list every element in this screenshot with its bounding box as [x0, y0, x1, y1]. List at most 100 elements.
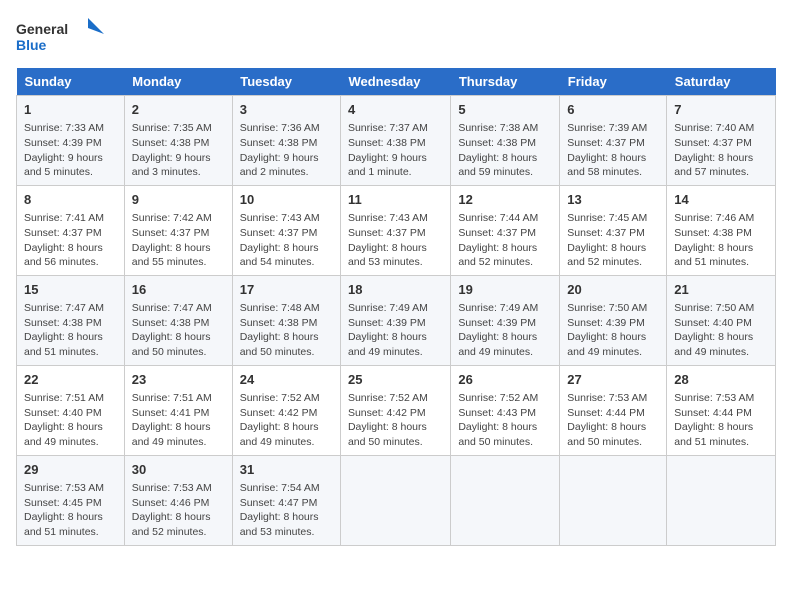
day-cell: 16 Sunrise: 7:47 AM Sunset: 4:38 PM Dayli…	[124, 275, 232, 365]
day-cell	[560, 455, 667, 545]
day-cell: 10 Sunrise: 7:43 AM Sunset: 4:37 PM Dayli…	[232, 185, 340, 275]
day-number: 6	[567, 101, 659, 119]
day-cell: 14 Sunrise: 7:46 AM Sunset: 4:38 PM Dayli…	[667, 185, 776, 275]
day-info: Sunrise: 7:38 AM Sunset: 4:38 PM Dayligh…	[458, 121, 552, 180]
day-info: Sunrise: 7:50 AM Sunset: 4:39 PM Dayligh…	[567, 301, 659, 360]
day-info: Sunrise: 7:53 AM Sunset: 4:46 PM Dayligh…	[132, 481, 225, 540]
day-cell: 30 Sunrise: 7:53 AM Sunset: 4:46 PM Dayli…	[124, 455, 232, 545]
day-cell: 22 Sunrise: 7:51 AM Sunset: 4:40 PM Dayli…	[17, 365, 125, 455]
day-info: Sunrise: 7:43 AM Sunset: 4:37 PM Dayligh…	[240, 211, 333, 270]
day-info: Sunrise: 7:47 AM Sunset: 4:38 PM Dayligh…	[132, 301, 225, 360]
day-number: 25	[348, 371, 443, 389]
day-number: 23	[132, 371, 225, 389]
day-info: Sunrise: 7:37 AM Sunset: 4:38 PM Dayligh…	[348, 121, 443, 180]
calendar-table: SundayMondayTuesdayWednesdayThursdayFrid…	[16, 68, 776, 546]
col-header-thursday: Thursday	[451, 68, 560, 96]
day-cell: 19 Sunrise: 7:49 AM Sunset: 4:39 PM Dayli…	[451, 275, 560, 365]
day-number: 3	[240, 101, 333, 119]
day-cell	[340, 455, 450, 545]
day-cell: 25Sunrise: 7:52 AM Sunset: 4:42 PM Dayli…	[340, 365, 450, 455]
day-number: 21	[674, 281, 768, 299]
col-header-wednesday: Wednesday	[340, 68, 450, 96]
week-row-2: 8Sunrise: 7:41 AM Sunset: 4:37 PM Daylig…	[17, 185, 776, 275]
day-number: 13	[567, 191, 659, 209]
day-info: Sunrise: 7:45 AM Sunset: 4:37 PM Dayligh…	[567, 211, 659, 270]
day-number: 14	[674, 191, 768, 209]
day-number: 30	[132, 461, 225, 479]
day-cell: 29Sunrise: 7:53 AM Sunset: 4:45 PM Dayli…	[17, 455, 125, 545]
day-number: 28	[674, 371, 768, 389]
col-header-friday: Friday	[560, 68, 667, 96]
day-cell: 17 Sunrise: 7:48 AM Sunset: 4:38 PM Dayli…	[232, 275, 340, 365]
day-number: 26	[458, 371, 552, 389]
day-cell: 21 Sunrise: 7:50 AM Sunset: 4:40 PM Dayli…	[667, 275, 776, 365]
logo: GeneralBlue	[16, 16, 106, 56]
day-number: 17	[240, 281, 333, 299]
week-row-5: 29Sunrise: 7:53 AM Sunset: 4:45 PM Dayli…	[17, 455, 776, 545]
day-cell: 4 Sunrise: 7:37 AM Sunset: 4:38 PM Daylig…	[340, 96, 450, 186]
day-info: Sunrise: 7:50 AM Sunset: 4:40 PM Dayligh…	[674, 301, 768, 360]
day-info: Sunrise: 7:49 AM Sunset: 4:39 PM Dayligh…	[458, 301, 552, 360]
day-number: 9	[132, 191, 225, 209]
week-row-4: 22 Sunrise: 7:51 AM Sunset: 4:40 PM Dayli…	[17, 365, 776, 455]
col-header-saturday: Saturday	[667, 68, 776, 96]
day-cell: 27Sunrise: 7:53 AM Sunset: 4:44 PM Dayli…	[560, 365, 667, 455]
day-cell: 7 Sunrise: 7:40 AM Sunset: 4:37 PM Daylig…	[667, 96, 776, 186]
day-number: 5	[458, 101, 552, 119]
day-info: Sunrise: 7:46 AM Sunset: 4:38 PM Dayligh…	[674, 211, 768, 270]
header-row: SundayMondayTuesdayWednesdayThursdayFrid…	[17, 68, 776, 96]
day-number: 1	[24, 101, 117, 119]
day-number: 19	[458, 281, 552, 299]
day-number: 31	[240, 461, 333, 479]
week-row-3: 15 Sunrise: 7:47 AM Sunset: 4:38 PM Dayli…	[17, 275, 776, 365]
day-number: 29	[24, 461, 117, 479]
day-cell	[451, 455, 560, 545]
col-header-monday: Monday	[124, 68, 232, 96]
day-info: Sunrise: 7:52 AM Sunset: 4:42 PM Dayligh…	[240, 391, 333, 450]
day-number: 18	[348, 281, 443, 299]
day-cell: 9 Sunrise: 7:42 AM Sunset: 4:37 PM Daylig…	[124, 185, 232, 275]
day-number: 10	[240, 191, 333, 209]
day-cell: 31Sunrise: 7:54 AM Sunset: 4:47 PM Dayli…	[232, 455, 340, 545]
day-number: 7	[674, 101, 768, 119]
day-cell	[667, 455, 776, 545]
day-info: Sunrise: 7:47 AM Sunset: 4:38 PM Dayligh…	[24, 301, 117, 360]
day-cell: 1Sunrise: 7:33 AM Sunset: 4:39 PM Daylig…	[17, 96, 125, 186]
day-number: 8	[24, 191, 117, 209]
col-header-sunday: Sunday	[17, 68, 125, 96]
day-info: Sunrise: 7:42 AM Sunset: 4:37 PM Dayligh…	[132, 211, 225, 270]
day-number: 2	[132, 101, 225, 119]
day-cell: 8Sunrise: 7:41 AM Sunset: 4:37 PM Daylig…	[17, 185, 125, 275]
col-header-tuesday: Tuesday	[232, 68, 340, 96]
day-cell: 20 Sunrise: 7:50 AM Sunset: 4:39 PM Dayli…	[560, 275, 667, 365]
day-info: Sunrise: 7:35 AM Sunset: 4:38 PM Dayligh…	[132, 121, 225, 180]
svg-text:Blue: Blue	[16, 37, 47, 53]
day-number: 20	[567, 281, 659, 299]
day-number: 22	[24, 371, 117, 389]
day-info: Sunrise: 7:51 AM Sunset: 4:40 PM Dayligh…	[24, 391, 117, 450]
day-cell: 26Sunrise: 7:52 AM Sunset: 4:43 PM Dayli…	[451, 365, 560, 455]
day-number: 12	[458, 191, 552, 209]
day-info: Sunrise: 7:48 AM Sunset: 4:38 PM Dayligh…	[240, 301, 333, 360]
header: GeneralBlue	[16, 16, 776, 56]
day-cell: 12 Sunrise: 7:44 AM Sunset: 4:37 PM Dayli…	[451, 185, 560, 275]
day-info: Sunrise: 7:40 AM Sunset: 4:37 PM Dayligh…	[674, 121, 768, 180]
day-info: Sunrise: 7:44 AM Sunset: 4:37 PM Dayligh…	[458, 211, 552, 270]
day-number: 24	[240, 371, 333, 389]
svg-text:General: General	[16, 21, 68, 37]
day-cell: 24 Sunrise: 7:52 AM Sunset: 4:42 PM Dayli…	[232, 365, 340, 455]
day-cell: 23 Sunrise: 7:51 AM Sunset: 4:41 PM Dayli…	[124, 365, 232, 455]
day-cell: 6 Sunrise: 7:39 AM Sunset: 4:37 PM Daylig…	[560, 96, 667, 186]
day-info: Sunrise: 7:51 AM Sunset: 4:41 PM Dayligh…	[132, 391, 225, 450]
day-cell: 18Sunrise: 7:49 AM Sunset: 4:39 PM Dayli…	[340, 275, 450, 365]
day-info: Sunrise: 7:39 AM Sunset: 4:37 PM Dayligh…	[567, 121, 659, 180]
day-cell: 5 Sunrise: 7:38 AM Sunset: 4:38 PM Daylig…	[451, 96, 560, 186]
day-cell: 3 Sunrise: 7:36 AM Sunset: 4:38 PM Daylig…	[232, 96, 340, 186]
day-number: 15	[24, 281, 117, 299]
day-cell: 2 Sunrise: 7:35 AM Sunset: 4:38 PM Daylig…	[124, 96, 232, 186]
day-info: Sunrise: 7:36 AM Sunset: 4:38 PM Dayligh…	[240, 121, 333, 180]
day-number: 16	[132, 281, 225, 299]
day-number: 4	[348, 101, 443, 119]
day-info: Sunrise: 7:53 AM Sunset: 4:44 PM Dayligh…	[567, 391, 659, 450]
day-cell: 13 Sunrise: 7:45 AM Sunset: 4:37 PM Dayli…	[560, 185, 667, 275]
